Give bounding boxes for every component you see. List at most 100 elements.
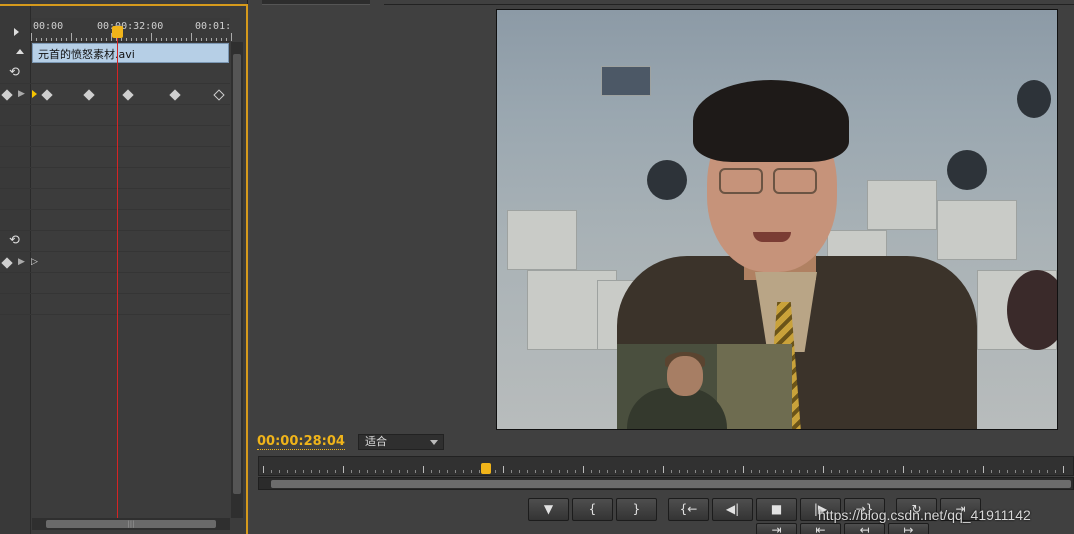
ruler-tick (639, 470, 640, 473)
next-keyframe-icon[interactable]: ▶ (18, 257, 25, 267)
ruler-tick (181, 38, 182, 41)
scrollbar-thumb[interactable] (271, 480, 1071, 488)
ruler-tick (695, 470, 696, 473)
lift-button[interactable]: ⇥ (756, 523, 797, 534)
ruler-tick (221, 38, 222, 41)
pip-person-head (667, 356, 703, 396)
stop-button[interactable]: ■ (756, 498, 797, 521)
program-timecode[interactable]: 00:00:28:04 (257, 434, 345, 450)
ruler-label-start: 00:00 (33, 21, 64, 32)
background-person (947, 150, 987, 190)
mark-out-button[interactable]: } (616, 498, 657, 521)
next-keyframe-icon[interactable]: ▶ (18, 89, 25, 99)
scrollbar-thumb[interactable]: ||| (46, 520, 216, 528)
ruler-tick (783, 470, 784, 473)
playhead-handle[interactable] (112, 26, 123, 38)
ruler-tick (431, 470, 432, 473)
ruler-tick (847, 470, 848, 473)
ruler-tick (161, 38, 162, 41)
mark-in-button[interactable]: { (572, 498, 613, 521)
ruler-tick (1015, 470, 1016, 473)
picture-in-picture-overlay[interactable] (617, 344, 792, 429)
ruler-tick (311, 470, 312, 473)
scrollbar-thumb[interactable] (233, 54, 241, 494)
ruler-tick (551, 470, 552, 473)
extract-button[interactable]: ⇤ (800, 523, 841, 534)
program-zoom-scrollbar[interactable] (258, 477, 1074, 490)
ruler-tick (86, 38, 87, 41)
ruler-tick (91, 38, 92, 41)
ruler-tick (807, 470, 808, 473)
reset-icon[interactable]: ⟲ (9, 234, 23, 247)
ruler-label-end: 00:01: (195, 21, 232, 32)
step-back-button[interactable]: ◀| (712, 498, 753, 521)
keyframe-diamond-icon[interactable] (213, 89, 225, 101)
ruler-tick (131, 38, 132, 41)
ruler-tick (439, 470, 440, 473)
program-playhead-handle[interactable] (481, 463, 491, 474)
add-marker-button[interactable]: ▼ (528, 498, 569, 521)
ruler-tick (863, 470, 864, 473)
keyframe-diamond-icon[interactable] (1, 257, 13, 269)
effect-time-ruler[interactable]: 00:00 00:00:32:00 00:01: (31, 18, 232, 42)
background-monitor (507, 210, 577, 270)
ruler-tick (121, 38, 122, 41)
ruler-tick (343, 466, 344, 473)
ruler-tick (423, 466, 424, 473)
ruler-tick (591, 470, 592, 473)
ruler-tick (463, 470, 464, 473)
ruler-tick (399, 470, 400, 473)
keyframe-diamond-icon[interactable] (1, 89, 13, 101)
ruler-tick (303, 470, 304, 473)
zoom-fit-dropdown[interactable]: 适合 (358, 434, 444, 450)
ruler-tick (41, 38, 42, 41)
ruler-tick (76, 38, 77, 41)
property-row (0, 210, 230, 231)
ruler-tick (51, 38, 52, 41)
ruler-tick (96, 38, 97, 41)
trim-prev-button[interactable]: ↤ (844, 523, 885, 534)
glasses-left-lens (719, 168, 763, 194)
property-row-motion: ⟲ (0, 63, 230, 84)
background-monitor (601, 66, 651, 96)
keyframe-diamond-icon[interactable] (122, 89, 134, 101)
ruler-tick (871, 470, 872, 473)
ruler-tick (335, 470, 336, 473)
ruler-tick (927, 470, 928, 473)
panel-tab-strip (384, 0, 1074, 5)
horizontal-scrollbar[interactable]: ||| (32, 518, 230, 530)
premiere-window: 00:00 00:00:32:00 00:01: 元首的愤怒素材.avi ⟲ ▶ (0, 0, 1074, 534)
ruler-tick (855, 470, 856, 473)
ruler-tick (999, 470, 1000, 473)
ruler-tick (823, 466, 824, 473)
clip-name-bar[interactable]: 元首的愤怒素材.avi (32, 43, 229, 63)
property-row (0, 294, 230, 315)
ruler-tick (141, 38, 142, 41)
ruler-tick (151, 33, 152, 41)
play-marker-icon: ▷ (31, 257, 38, 267)
ruler-tick (511, 470, 512, 473)
ruler-tick (447, 470, 448, 473)
collapse-icon[interactable] (4, 46, 26, 58)
keyframe-diamond-icon[interactable] (41, 89, 53, 101)
keyframe-diamond-icon[interactable] (83, 89, 95, 101)
property-row (0, 273, 230, 294)
ruler-tick (1007, 470, 1008, 473)
ruler-tick (631, 470, 632, 473)
program-time-ruler[interactable] (258, 456, 1074, 476)
ruler-tick (81, 38, 82, 41)
ruler-tick (61, 38, 62, 41)
go-to-in-button[interactable]: {← (668, 498, 709, 521)
ruler-tick (983, 466, 984, 473)
keyframe-diamond-icon[interactable] (169, 89, 181, 101)
trim-next-button[interactable]: ↦ (888, 523, 929, 534)
ruler-tick (959, 470, 960, 473)
ruler-tick (615, 470, 616, 473)
ruler-tick (201, 38, 202, 41)
property-row (0, 105, 230, 126)
vertical-scrollbar[interactable] (231, 42, 243, 518)
background-person (647, 160, 687, 200)
panel-tab[interactable] (262, 0, 370, 5)
play-only-audio-icon[interactable] (4, 25, 26, 39)
reset-icon[interactable]: ⟲ (9, 66, 23, 79)
